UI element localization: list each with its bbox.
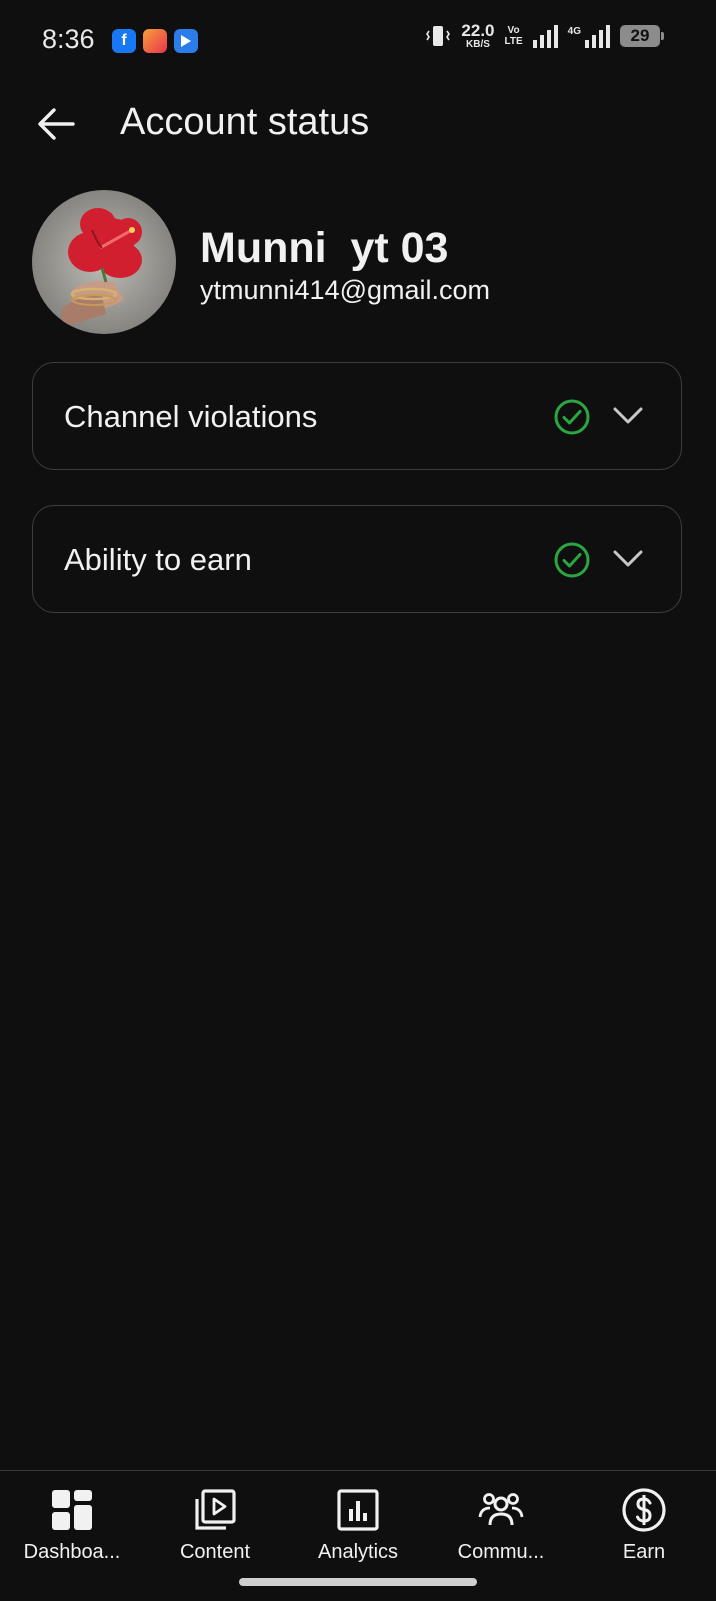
nav-content[interactable]: Content xyxy=(145,1479,285,1575)
nav-analytics[interactable]: Analytics xyxy=(288,1479,428,1575)
chevron-down-icon[interactable] xyxy=(611,546,645,572)
ability-to-earn-card[interactable]: Ability to earn xyxy=(32,505,682,613)
signal-icon xyxy=(532,24,558,48)
battery-icon: 29 xyxy=(620,25,664,47)
vibrate-icon xyxy=(426,26,451,46)
avatar[interactable] xyxy=(32,190,176,334)
nav-dashboard[interactable]: Dashboa... xyxy=(2,1479,142,1575)
content-icon xyxy=(195,1489,236,1530)
page-title: Account status xyxy=(120,101,370,143)
network-speed: 22.0 KB/S xyxy=(461,21,495,50)
nav-earn[interactable]: Earn xyxy=(574,1479,714,1575)
facebook-icon: f xyxy=(112,29,136,53)
network-type: 4G xyxy=(567,26,581,37)
calendar-app-icon xyxy=(143,29,167,53)
card-label: Ability to earn xyxy=(64,542,252,577)
status-bar: 8:36 f 22.0 KB/S Vo LTE 4G 29 xyxy=(0,0,716,84)
channel-violations-card[interactable]: Channel violations xyxy=(32,362,682,470)
channel-name: Munni yt 03 xyxy=(200,224,449,272)
nav-label: Analytics xyxy=(317,1541,399,1563)
channel-profile: Munni yt 03 ytmunni414@gmail.com xyxy=(32,190,692,334)
analytics-icon xyxy=(337,1489,379,1531)
check-circle-icon xyxy=(554,399,590,435)
app-header: Account status xyxy=(0,84,716,156)
nav-label: Dashboa... xyxy=(23,1541,121,1563)
nav-label: Earn xyxy=(622,1541,666,1563)
dashboard-icon xyxy=(52,1490,92,1530)
back-button[interactable] xyxy=(30,98,82,150)
chevron-down-icon[interactable] xyxy=(611,403,645,429)
nav-label: Commu... xyxy=(457,1541,545,1563)
nav-community[interactable]: Commu... xyxy=(431,1479,571,1575)
signal-icon-2 xyxy=(585,24,610,48)
home-indicator[interactable] xyxy=(239,1578,477,1586)
check-circle-icon xyxy=(554,542,590,578)
channel-email: ytmunni414@gmail.com xyxy=(200,275,491,305)
play-store-icon xyxy=(174,29,198,53)
notification-icons: f xyxy=(112,29,198,53)
community-icon xyxy=(478,1493,524,1526)
status-time: 8:36 xyxy=(42,24,95,54)
earn-icon xyxy=(622,1488,666,1532)
card-label: Channel violations xyxy=(64,399,318,434)
nav-label: Content xyxy=(179,1541,251,1563)
volte-indicator: Vo LTE xyxy=(504,25,523,47)
back-arrow-icon xyxy=(38,108,75,140)
